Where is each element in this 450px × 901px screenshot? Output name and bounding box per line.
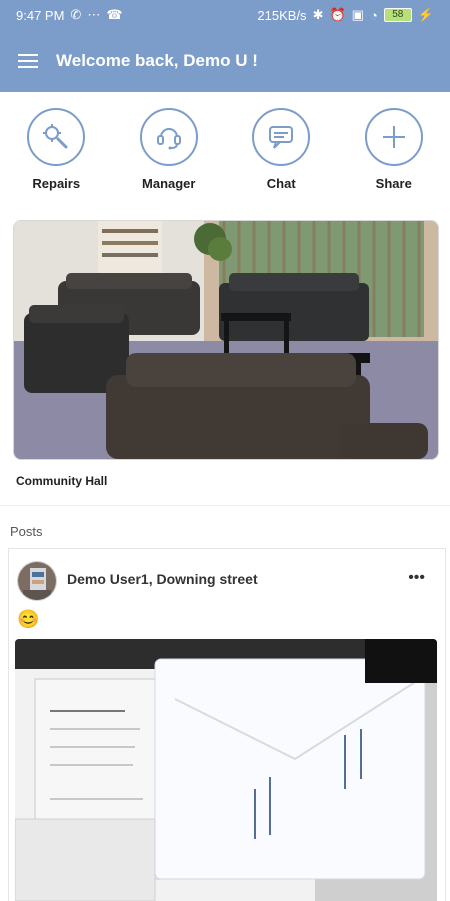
- avatar[interactable]: [17, 561, 57, 601]
- wrench-gear-icon: [43, 124, 68, 149]
- chat-action[interactable]: Chat: [231, 108, 331, 191]
- menu-button[interactable]: [0, 33, 56, 89]
- status-bar: 9:47 PM ✆ ⋯ ☎ 215KB/s ✱ ⏰ ▣ ◔ 58 ⚡: [0, 0, 450, 30]
- post-user-name: Demo User1, Downing street: [67, 571, 258, 587]
- manager-circle[interactable]: [139, 108, 198, 166]
- post-photo: [15, 639, 437, 901]
- share-action[interactable]: Share: [344, 108, 444, 191]
- top-bar: 9:47 PM ✆ ⋯ ☎ 215KB/s ✱ ⏰ ▣ ◔ 58 ⚡ Welco…: [0, 0, 450, 92]
- phone-icon: ☎: [106, 7, 123, 22]
- post-more-button[interactable]: •••: [408, 569, 425, 587]
- plus-icon: [382, 126, 405, 148]
- repairs-action[interactable]: Repairs: [6, 108, 106, 191]
- network-speed: 215KB/s: [257, 7, 307, 23]
- post-emoji: 😊: [17, 609, 40, 629]
- manager-action[interactable]: Manager: [119, 108, 219, 191]
- wifi-icon: ◔: [369, 7, 378, 23]
- more-vertical-icon: •••: [408, 569, 425, 586]
- chat-circle[interactable]: [252, 108, 311, 166]
- hamburger-icon: [18, 54, 38, 68]
- chat-label: Chat: [266, 176, 296, 191]
- status-left: 9:47 PM ✆ ⋯ ☎: [16, 7, 123, 23]
- repairs-circle[interactable]: [27, 108, 86, 166]
- share-circle[interactable]: [364, 108, 423, 166]
- battery-icon: 58: [383, 8, 412, 22]
- headset-icon: [156, 128, 181, 150]
- app-title: Welcome back, Demo U !: [56, 51, 258, 70]
- chat-bubble-icon: [269, 126, 294, 149]
- call-icon: ✆: [70, 7, 82, 22]
- quick-actions: Repairs Manager Chat Share: [0, 108, 450, 200]
- community-hall-image[interactable]: [13, 220, 439, 460]
- user-avatar-image: [18, 562, 56, 600]
- alarm-icon: ⏰: [329, 7, 346, 22]
- vibrate-icon: ▣: [351, 7, 364, 22]
- section-divider: [0, 505, 450, 506]
- share-label: Share: [375, 176, 412, 191]
- community-hall-photo: [14, 221, 438, 459]
- manager-label: Manager: [142, 176, 196, 191]
- status-right: 215KB/s ✱ ⏰ ▣ ◔ 58 ⚡: [257, 7, 434, 23]
- charging-icon: ⚡: [417, 7, 434, 22]
- posts-section-label: Posts: [10, 524, 43, 539]
- bluetooth-icon: ✱: [312, 7, 324, 22]
- app-bar: Welcome back, Demo U !: [0, 30, 450, 92]
- post-image[interactable]: [15, 639, 437, 901]
- status-time: 9:47 PM: [16, 7, 65, 23]
- more-status-icon: ⋯: [87, 7, 101, 22]
- featured-title: Community Hall: [16, 474, 108, 488]
- repairs-label: Repairs: [32, 176, 81, 191]
- post-card[interactable]: Demo User1, Downing street ••• 😊: [8, 548, 446, 901]
